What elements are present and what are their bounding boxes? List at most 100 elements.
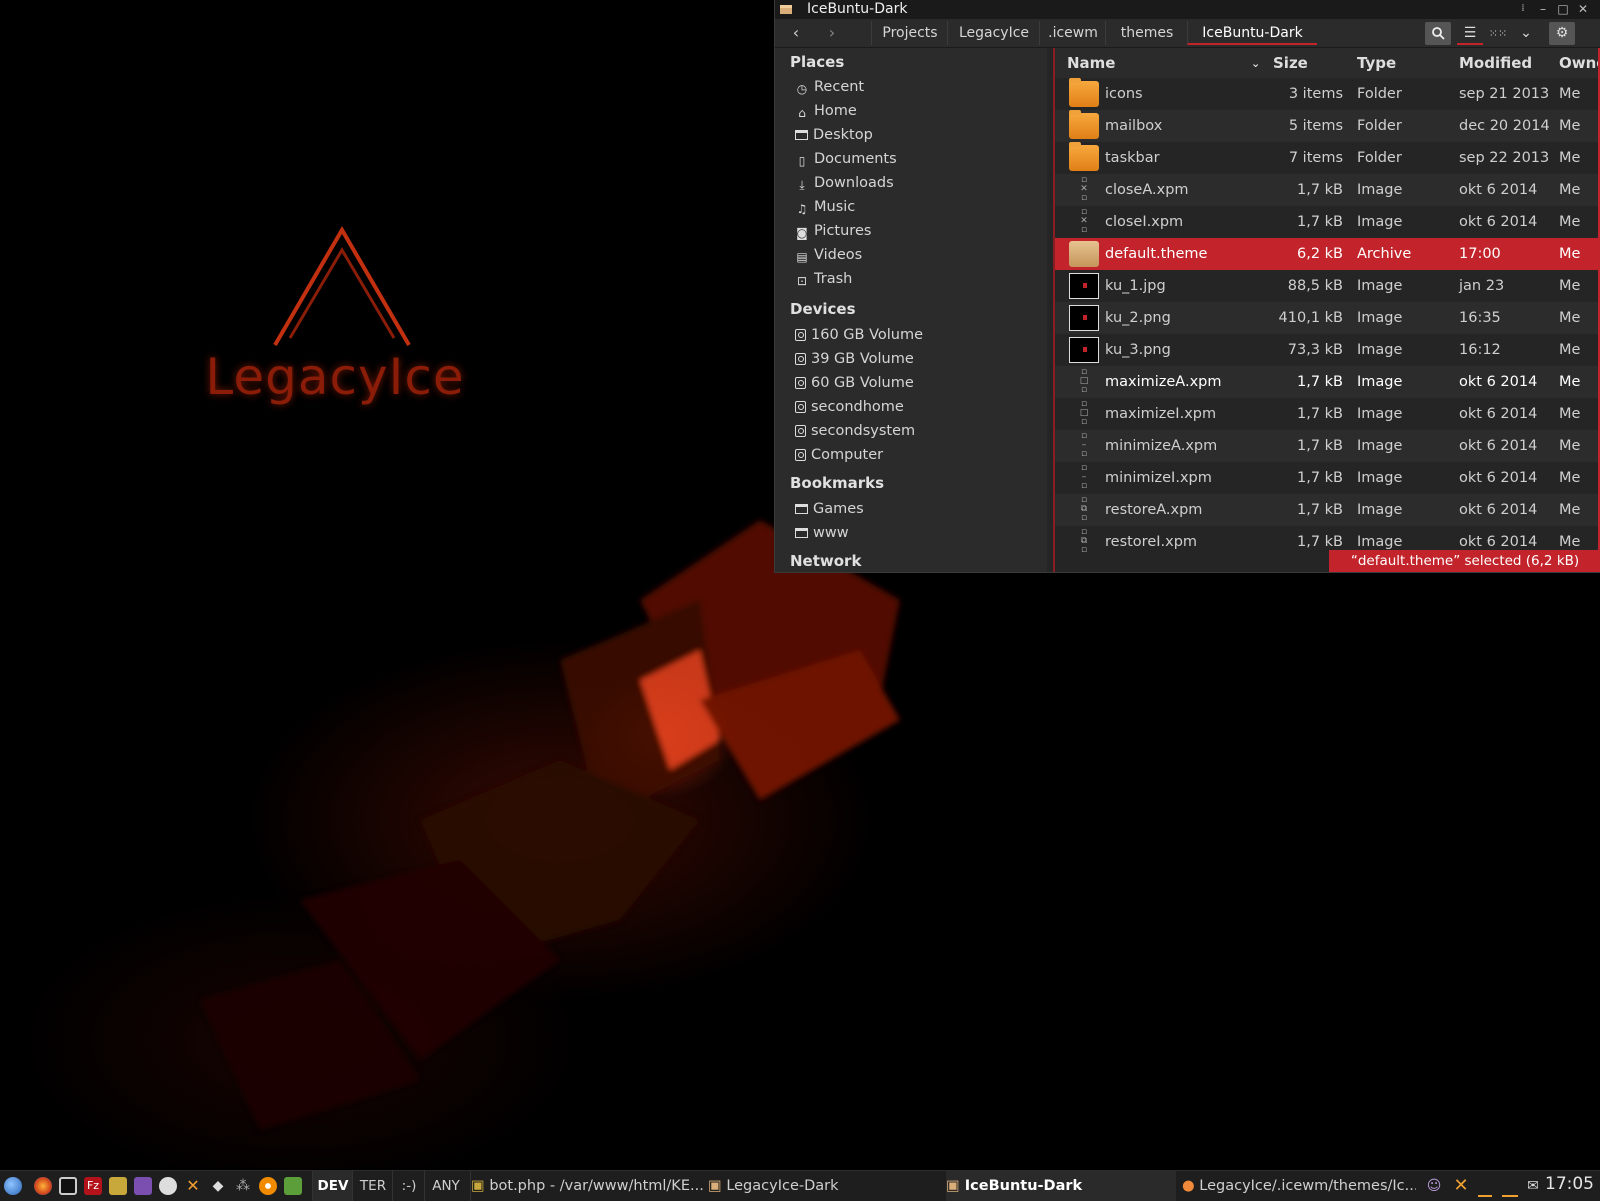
breadcrumb-icebuntu-dark[interactable]: IceBuntu-Dark <box>1187 21 1317 45</box>
file-row[interactable]: ▫ ⧉ ▫ restoreA.xpm 1,7 kB Image okt 6 2014 Me <box>1055 494 1600 526</box>
window-title: IceBuntu-Dark <box>807 1 908 17</box>
file-row[interactable]: ▫ ✕ ▫ closeA.xpm 1,7 kB Image okt 6 2014 Me <box>1055 174 1600 206</box>
memory-monitor-icon[interactable] <box>1502 1177 1518 1197</box>
ghost-tray-icon[interactable]: ☺ <box>1425 1177 1443 1195</box>
sidebar-item-secondhome[interactable]: secondhome <box>795 399 904 421</box>
spy-icon[interactable]: ◆ <box>209 1177 227 1195</box>
sidebar-item-160gb-volume[interactable]: 160 GB Volume <box>795 327 923 349</box>
file-owner: Me <box>1559 406 1581 422</box>
column-name[interactable]: Name <box>1067 54 1115 72</box>
file-row[interactable]: icons 3 items Folder sep 21 2013 Me <box>1055 78 1600 110</box>
places-heading: Places <box>790 53 845 71</box>
column-type[interactable]: Type <box>1357 54 1396 72</box>
blender-icon[interactable] <box>259 1177 277 1195</box>
folder-icon <box>1069 78 1099 107</box>
gimp-icon[interactable] <box>159 1177 177 1195</box>
file-type: Image <box>1357 342 1403 358</box>
sidebar-item-desktop[interactable]: Desktop <box>795 127 873 149</box>
tools-icon[interactable]: ✕ <box>184 1177 202 1195</box>
forward-button[interactable]: › <box>815 21 849 45</box>
file-row[interactable]: ku_2.png 410,1 kB Image 16:35 Me <box>1055 302 1600 334</box>
file-row[interactable]: ku_1.jpg 88,5 kB Image jan 23 Me <box>1055 270 1600 302</box>
sidebar-item-music[interactable]: ♫ Music <box>795 199 856 221</box>
column-owner[interactable]: Owne <box>1559 54 1600 72</box>
column-size[interactable]: Size <box>1273 54 1308 72</box>
file-row[interactable]: ▫ □ ▫ maximizeI.xpm 1,7 kB Image okt 6 2014 Me <box>1055 398 1600 430</box>
task-firefox-legacyice[interactable]: ● LegacyIce/.icewm/themes/Ic... <box>1182 1171 1416 1201</box>
file-modified: okt 6 2014 <box>1459 214 1538 230</box>
start-menu-icon[interactable] <box>4 1177 22 1195</box>
file-modified: 16:12 <box>1459 342 1501 358</box>
workspace-any[interactable]: ANY <box>424 1171 467 1201</box>
sort-chevron-icon[interactable]: ⌄ <box>1251 57 1260 70</box>
file-row[interactable]: ▫ □ ▫ maximizeA.xpm 1,7 kB Image okt 6 2014 Me <box>1055 366 1600 398</box>
task-icebuntu-dark[interactable]: ▣ IceBuntu-Dark <box>946 1171 1176 1201</box>
workspace-ter[interactable]: TER <box>352 1171 393 1201</box>
sidebar-item-www[interactable]: www <box>795 525 849 547</box>
task-legacyice-dark[interactable]: ▣ LegacyIce-Dark <box>708 1171 944 1201</box>
settings-button[interactable]: ⚙ <box>1549 22 1575 45</box>
list-view-button[interactable]: ☰ <box>1457 22 1483 45</box>
file-row[interactable]: ▫ – ▫ minimizeA.xpm 1,7 kB Image okt 6 2014 Me <box>1055 430 1600 462</box>
image-thumbnail-icon <box>1069 305 1099 331</box>
search-button[interactable] <box>1425 22 1451 45</box>
breadcrumb-themes[interactable]: themes <box>1105 21 1188 45</box>
cpu-monitor-icon[interactable]: ✕ <box>1452 1177 1470 1195</box>
file-row[interactable]: ▫ ✕ ▫ closeI.xpm 1,7 kB Image okt 6 2014 Me <box>1055 206 1600 238</box>
maximize-button[interactable]: □ <box>1555 1 1571 17</box>
sidebar-item-trash[interactable]: ⊡ Trash <box>795 271 852 293</box>
task-bot-php[interactable]: ▣ bot.php - /var/www/html/KE... <box>470 1171 705 1201</box>
minimize-button[interactable]: – <box>1535 1 1551 17</box>
sidebar-item-label: Music <box>814 199 856 215</box>
download-icon: ⤓ <box>799 178 805 192</box>
workspace-smiley[interactable]: :-) <box>392 1171 425 1201</box>
title-bar[interactable]: IceBuntu-Dark ⁞ – □ ✕ <box>775 0 1600 19</box>
breadcrumb-icewm[interactable]: .icewm <box>1039 21 1106 45</box>
back-button[interactable]: ‹ <box>779 21 813 45</box>
file-name: restoreI.xpm <box>1105 534 1198 550</box>
taskbar: Fz ✕ ◆ ⁂ DEV TER :-) ANY ▣ bot.php - /va… <box>0 1170 1600 1201</box>
file-row[interactable]: taskbar 7 items Folder sep 22 2013 Me <box>1055 142 1600 174</box>
sidebar-item-pictures[interactable]: ◙ Pictures <box>795 223 871 245</box>
sidebar-item-recent[interactable]: ◷ Recent <box>795 79 864 101</box>
file-type: Image <box>1357 438 1403 454</box>
editor-task-icon: ▣ <box>471 1178 490 1194</box>
sidebar-item-computer[interactable]: Computer <box>795 447 883 469</box>
column-modified[interactable]: Modified <box>1459 54 1532 72</box>
sidebar-item-downloads[interactable]: ⤓ Downloads <box>795 175 893 197</box>
breadcrumb-legacyice[interactable]: LegacyIce <box>947 21 1040 45</box>
file-row-selected[interactable]: default.theme 6,2 kB Archive 17:00 Me <box>1055 238 1600 270</box>
view-options-button[interactable]: ⌄ <box>1513 22 1539 45</box>
app-icon[interactable]: ⁂ <box>234 1177 252 1195</box>
sidebar-item-videos[interactable]: ▤ Videos <box>795 247 862 269</box>
window-menu-icon[interactable]: ⁞ <box>1515 1 1531 17</box>
nvidia-icon[interactable] <box>284 1177 302 1195</box>
clock[interactable]: 17:05 <box>1545 1174 1594 1194</box>
file-row[interactable]: ▫ – ▫ minimizeI.xpm 1,7 kB Image okt 6 2014 Me <box>1055 462 1600 494</box>
file-manager-icon[interactable] <box>109 1177 127 1195</box>
mail-icon[interactable]: ✉ <box>1524 1177 1542 1195</box>
pane-splitter[interactable] <box>1047 48 1055 572</box>
image-thumbnail-icon <box>1069 273 1099 299</box>
filezilla-icon[interactable]: Fz <box>84 1177 102 1195</box>
workspace-dev[interactable]: DEV <box>312 1171 353 1201</box>
breadcrumb-projects[interactable]: Projects <box>871 21 948 45</box>
status-bar: “default.theme” selected (6,2 kB) <box>1329 550 1600 572</box>
editor-icon[interactable] <box>134 1177 152 1195</box>
network-monitor-icon[interactable] <box>1478 1177 1492 1197</box>
sidebar-item-secondsystem[interactable]: secondsystem <box>795 423 915 445</box>
file-row[interactable]: ku_3.png 73,3 kB Image 16:12 Me <box>1055 334 1600 366</box>
clock-icon: ◷ <box>796 82 808 96</box>
sidebar-item-games[interactable]: Games <box>795 501 864 523</box>
file-size: 1,7 kB <box>1296 534 1343 550</box>
sidebar-item-39gb-volume[interactable]: 39 GB Volume <box>795 351 914 373</box>
sidebar-item-60gb-volume[interactable]: 60 GB Volume <box>795 375 914 397</box>
file-row[interactable]: mailbox 5 items Folder dec 20 2014 Me <box>1055 110 1600 142</box>
firefox-icon[interactable] <box>34 1177 52 1195</box>
sidebar-item-home[interactable]: ⌂ Home <box>795 103 857 125</box>
close-button[interactable]: ✕ <box>1575 1 1591 17</box>
terminal-icon[interactable] <box>59 1177 77 1195</box>
sidebar-item-documents[interactable]: ▯ Documents <box>795 151 897 173</box>
grid-view-button[interactable]: ⁙⁙ <box>1485 22 1511 45</box>
list-view-icon: ☰ <box>1463 25 1477 41</box>
